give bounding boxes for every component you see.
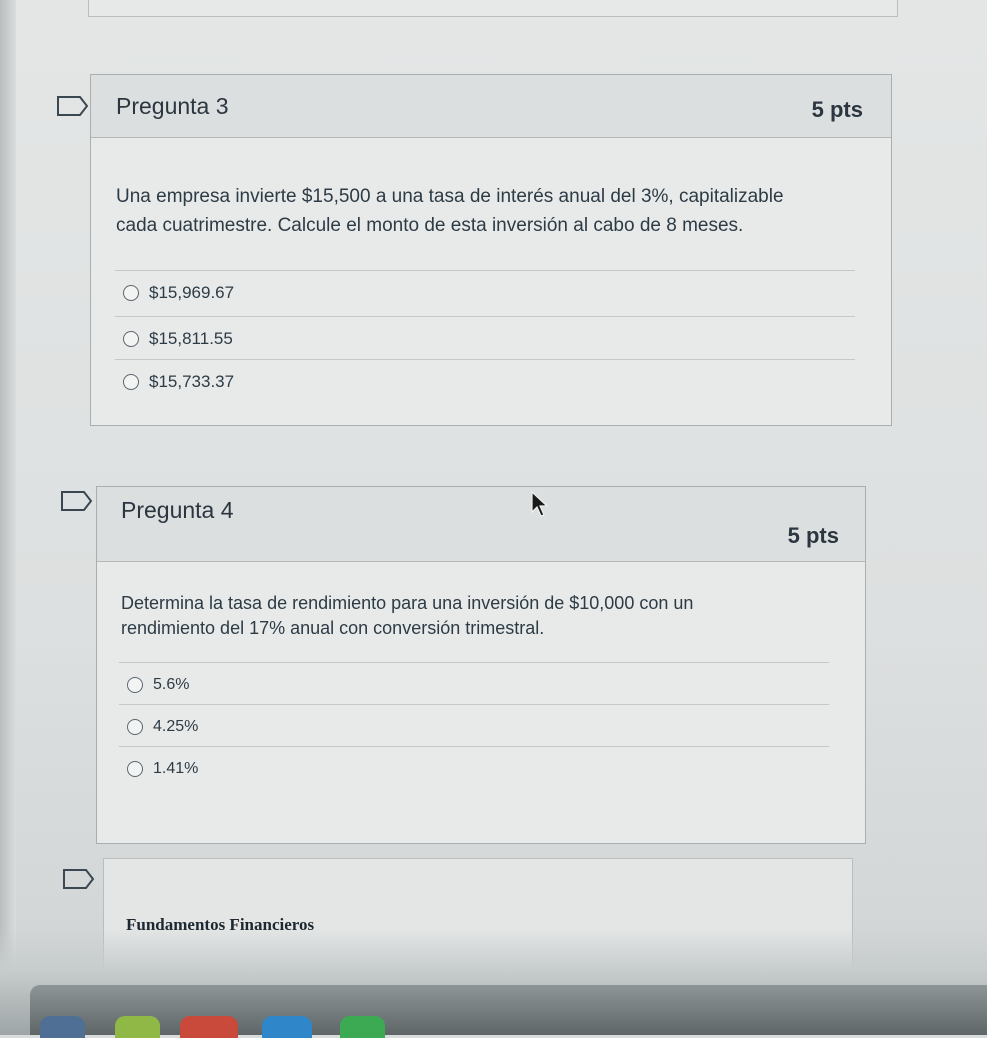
answer-label: $15,733.37 bbox=[149, 372, 235, 391]
question-3-header: Pregunta 3 5 pts bbox=[91, 75, 891, 138]
mouse-pointer-icon bbox=[530, 490, 550, 518]
answer-label: $15,969.67 bbox=[149, 283, 235, 302]
question-3-text-line-1: Una empresa invierte $15,500 a una tasa … bbox=[116, 186, 784, 207]
flag-question-3-icon[interactable] bbox=[56, 95, 90, 117]
previous-question-box bbox=[88, 0, 898, 17]
answer-label: $15,811.55 bbox=[149, 329, 233, 348]
question-4-answer-1[interactable]: 5.6% bbox=[119, 662, 829, 707]
screen-left-edge bbox=[0, 0, 16, 1035]
question-3-text: Una empresa invierte $15,500 a una tasa … bbox=[116, 182, 876, 240]
answer-label: 1.41% bbox=[153, 760, 199, 777]
question-3-points: 5 pts bbox=[811, 97, 863, 122]
course-name-label: Fundamentos Financieros bbox=[126, 915, 315, 934]
question-4-header: Pregunta 4 5 pts bbox=[97, 487, 865, 562]
radio-button-icon[interactable] bbox=[127, 719, 143, 735]
dock bbox=[30, 985, 987, 1035]
question-3-title: Pregunta 3 bbox=[116, 93, 229, 119]
answer-label: 5.6% bbox=[153, 676, 190, 693]
radio-button-icon[interactable] bbox=[123, 331, 139, 347]
question-4-answer-3[interactable]: 1.41% bbox=[119, 746, 829, 791]
flag-question-4-icon[interactable] bbox=[60, 490, 94, 512]
question-4-answers: 5.6% 4.25% 1.41% bbox=[119, 662, 829, 792]
answer-label: 4.25% bbox=[153, 718, 199, 735]
flag-next-question-icon[interactable] bbox=[62, 868, 96, 890]
question-3-card: Pregunta 3 5 pts Una empresa invierte $1… bbox=[90, 74, 892, 426]
radio-button-icon[interactable] bbox=[123, 285, 139, 301]
question-3-answer-3[interactable]: $15,733.37 bbox=[115, 359, 855, 404]
question-3-answer-2[interactable]: $15,811.55 bbox=[115, 316, 855, 361]
question-4-text-line-1: Determina la tasa de rendimiento para un… bbox=[121, 593, 694, 613]
question-3-answer-1[interactable]: $15,969.67 bbox=[115, 270, 855, 315]
question-4-points: 5 pts bbox=[787, 523, 839, 548]
question-4-card: Pregunta 4 5 pts Determina la tasa de re… bbox=[96, 486, 866, 844]
quiz-page: Pregunta 3 5 pts Una empresa invierte $1… bbox=[0, 0, 987, 1038]
question-4-text: Determina la tasa de rendimiento para un… bbox=[121, 591, 841, 641]
radio-button-icon[interactable] bbox=[123, 374, 139, 390]
question-4-answer-2[interactable]: 4.25% bbox=[119, 704, 829, 749]
question-4-text-line-2: rendimiento del 17% anual con conversión… bbox=[121, 618, 545, 638]
question-4-title: Pregunta 4 bbox=[121, 497, 234, 523]
radio-button-icon[interactable] bbox=[127, 761, 143, 777]
question-3-answers: $15,969.67 $15,811.55 $15,733.37 bbox=[115, 270, 855, 402]
radio-button-icon[interactable] bbox=[127, 677, 143, 693]
question-3-text-line-2: cada cuatrimestre. Calcule el monto de e… bbox=[116, 215, 744, 236]
